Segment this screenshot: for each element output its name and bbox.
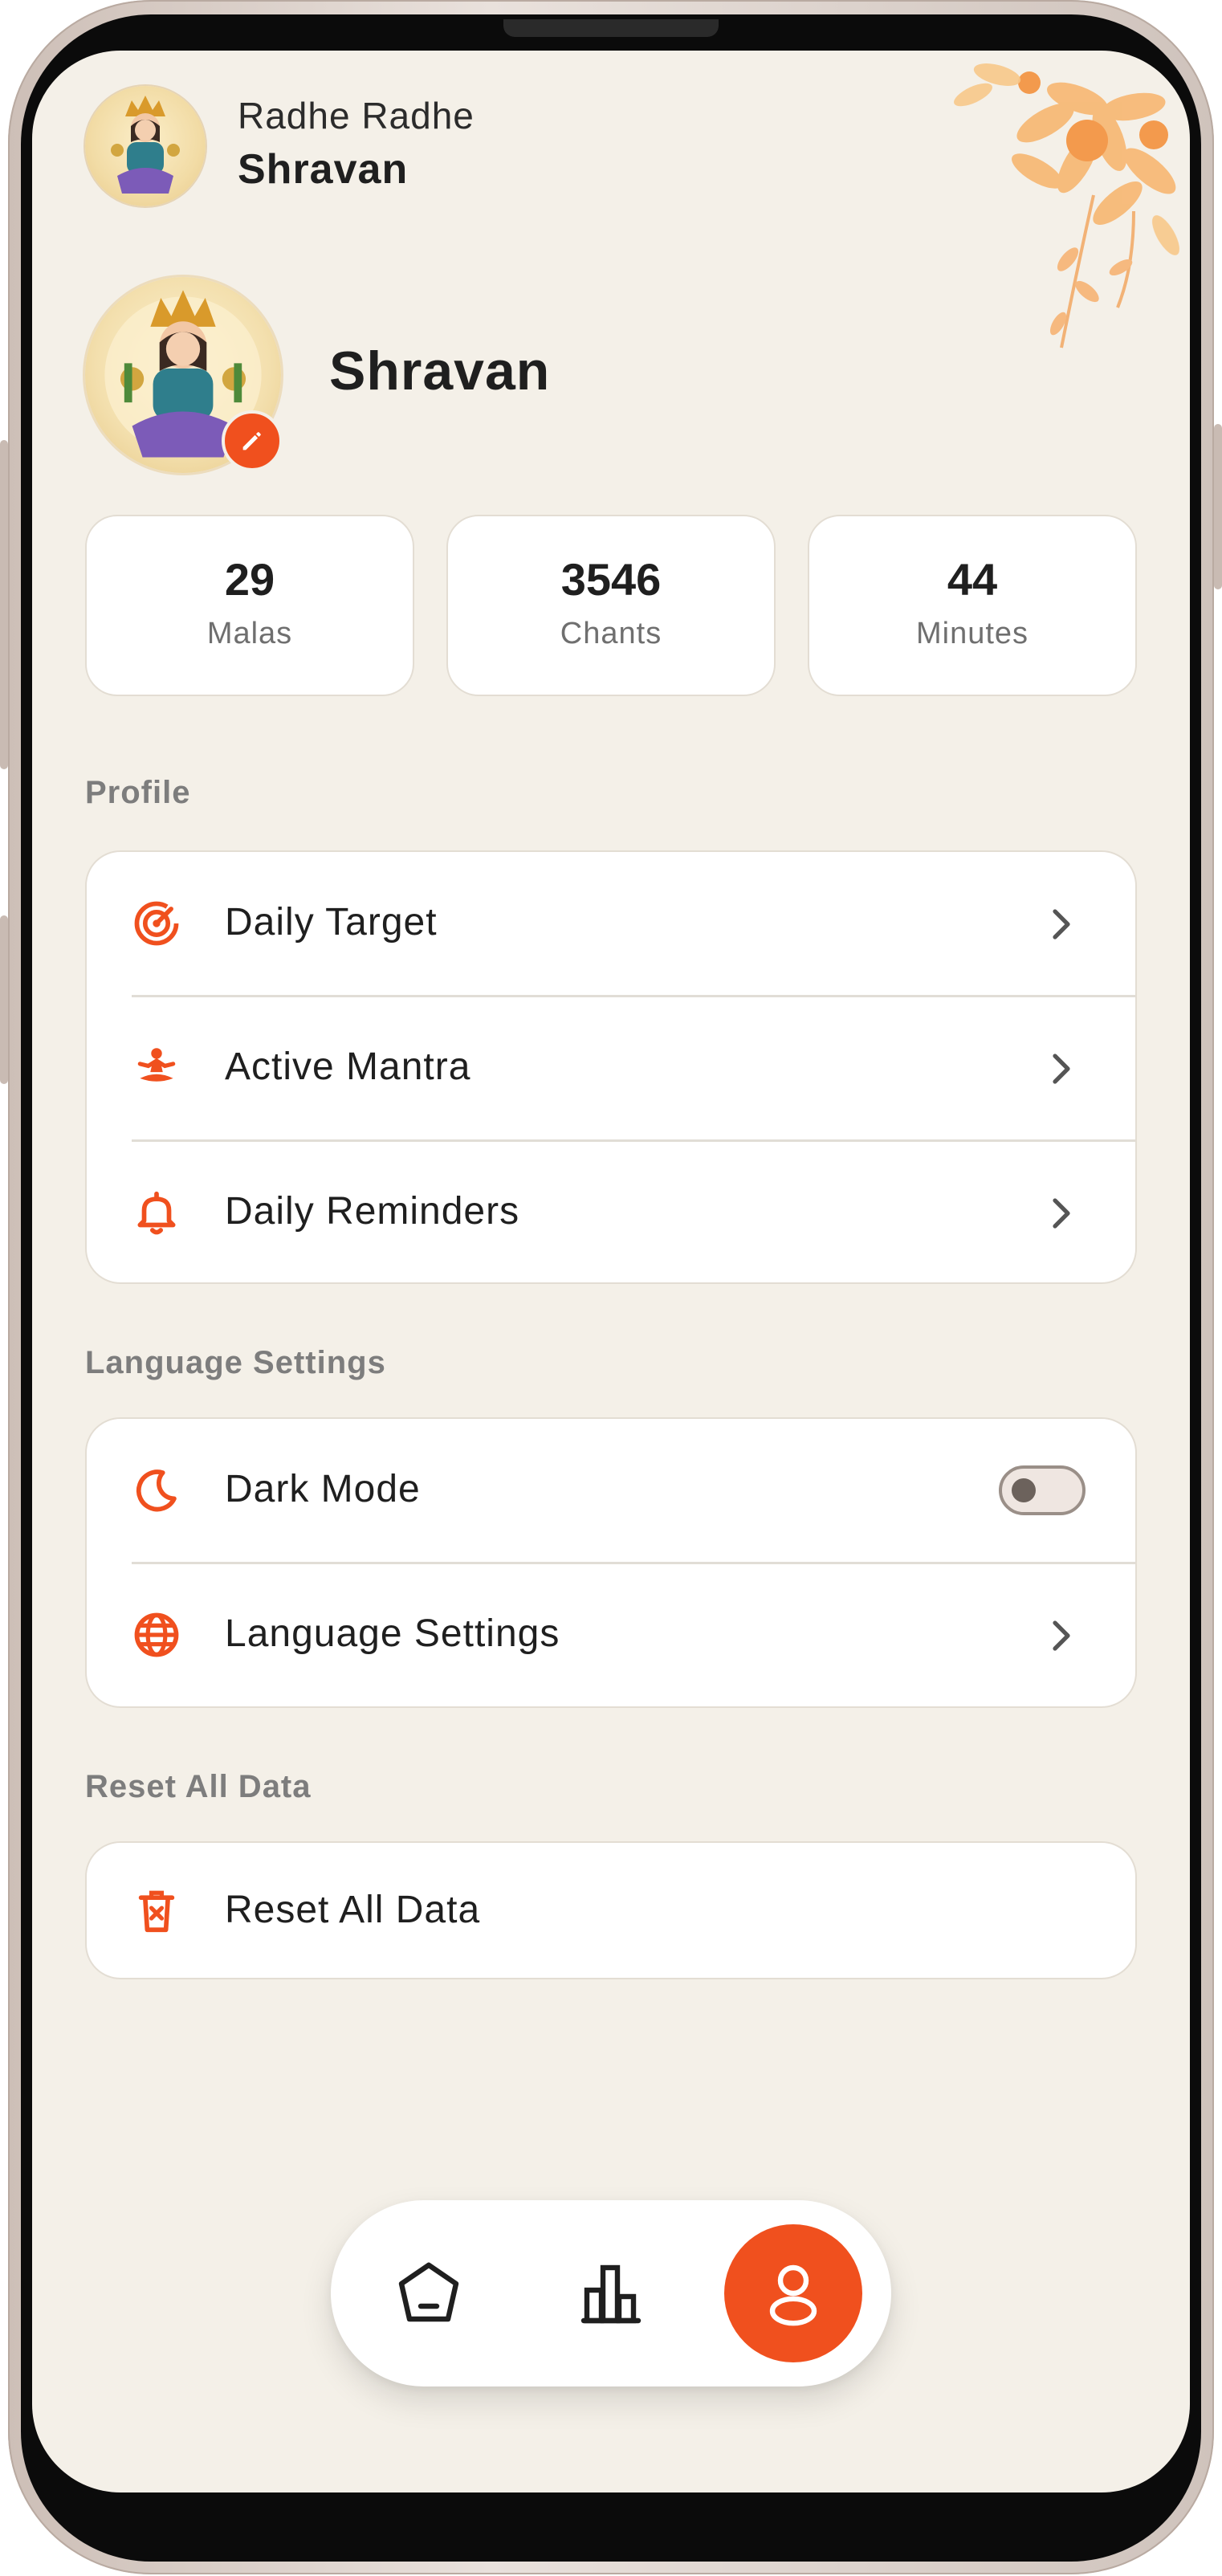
moon-icon — [136, 1469, 177, 1512]
profile-settings-card: Daily Target Active Mantra Daily Reminde… — [85, 850, 1137, 1284]
stat-card-chants: 3546 Chants — [446, 515, 776, 696]
stat-label: Minutes — [915, 617, 1029, 650]
nav-home[interactable] — [360, 2224, 498, 2362]
profile-name: Shravan — [329, 340, 551, 401]
row-reset-all-data[interactable]: Reset All Data — [87, 1840, 1135, 1983]
side-button-left-2 — [0, 915, 8, 1084]
row-language-settings[interactable]: Language Settings — [87, 1563, 1135, 1706]
language-settings-card: Dark Mode Language Settings — [85, 1417, 1137, 1708]
target-icon — [134, 901, 179, 946]
stat-card-malas: 29 Malas — [85, 515, 414, 696]
row-daily-reminders[interactable]: Daily Reminders — [87, 1141, 1135, 1284]
side-button-right — [1214, 424, 1222, 589]
nav-profile[interactable] — [724, 2224, 862, 2362]
bottom-navigation — [331, 2200, 891, 2386]
bell-icon — [137, 1191, 176, 1235]
row-label: Daily Target — [225, 901, 438, 944]
profile-icon — [769, 2264, 817, 2326]
chevron-right-icon — [1053, 1198, 1070, 1229]
deity-avatar-icon — [111, 96, 180, 194]
row-label: Reset All Data — [225, 1889, 481, 1931]
earpiece-speaker — [503, 19, 719, 37]
globe-icon — [134, 1612, 179, 1657]
chevron-right-icon — [1053, 1620, 1070, 1651]
stat-value: 29 — [224, 554, 275, 605]
meditation-icon — [137, 1048, 176, 1082]
row-label: Active Mantra — [225, 1045, 471, 1088]
section-title-reset: Reset All Data — [85, 1769, 312, 1804]
row-label: Daily Reminders — [225, 1190, 520, 1233]
row-dark-mode[interactable]: Dark Mode — [87, 1419, 1135, 1562]
dark-mode-toggle[interactable] — [999, 1465, 1086, 1515]
nav-stats[interactable] — [542, 2224, 680, 2362]
stat-value: 3546 — [560, 554, 662, 605]
toggle-knob — [1012, 1478, 1036, 1502]
row-label: Dark Mode — [225, 1468, 421, 1510]
header-greeting: Radhe Radhe — [238, 95, 475, 137]
pencil-icon — [242, 432, 261, 450]
stat-value: 44 — [947, 554, 998, 605]
row-daily-target[interactable]: Daily Target — [87, 852, 1135, 995]
trash-icon — [138, 1890, 175, 1933]
chevron-right-icon — [1053, 1054, 1070, 1084]
side-button-left-1 — [0, 440, 8, 769]
header-avatar[interactable] — [85, 86, 206, 206]
chevron-right-icon — [1053, 909, 1070, 940]
stat-label: Malas — [206, 617, 293, 650]
header-user-name: Shravan — [238, 146, 409, 193]
decorative-flowers-icon — [954, 63, 1179, 348]
home-icon — [398, 2262, 459, 2322]
edit-profile-button[interactable] — [222, 410, 283, 471]
section-title-language: Language Settings — [85, 1345, 386, 1380]
stat-label: Chants — [560, 617, 662, 650]
section-title-profile: Profile — [85, 775, 191, 810]
reset-card: Reset All Data — [85, 1841, 1137, 1979]
row-label: Language Settings — [225, 1612, 560, 1655]
bar-chart-icon — [580, 2264, 642, 2324]
row-active-mantra[interactable]: Active Mantra — [87, 997, 1135, 1139]
app-screen: Radhe Radhe Shravan Shravan 29 Malas 354… — [32, 51, 1190, 2492]
stat-card-minutes: 44 Minutes — [808, 515, 1137, 696]
